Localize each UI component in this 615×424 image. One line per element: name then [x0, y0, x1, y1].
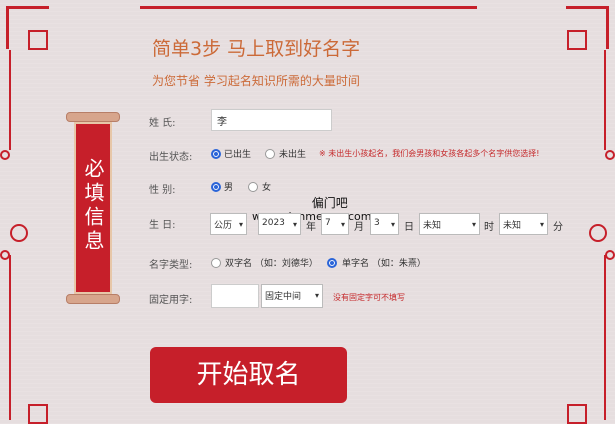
unborn-radio-label: 未出生: [279, 150, 307, 160]
gender-label: 性 别:: [149, 185, 176, 196]
year-select[interactable]: 2023 ▾: [258, 213, 301, 235]
unborn-radio[interactable]: [265, 149, 275, 159]
male-radio-label: 男: [224, 183, 234, 193]
fret-ornament: [28, 30, 48, 50]
start-naming-button[interactable]: 开始取名: [150, 347, 347, 403]
ring-ornament: [10, 224, 28, 242]
nub-ornament: [605, 150, 615, 160]
required-info-banner: 必填信息: [66, 112, 120, 304]
border-line: [9, 50, 11, 150]
minute-unit: 分: [553, 222, 563, 233]
page-title: 简单3步 马上取到好名字: [152, 38, 361, 60]
nub-ornament: [0, 250, 10, 260]
chevron-down-icon: ▾: [340, 220, 345, 229]
double-name-label: 双字名 （如：刘德华）: [225, 259, 318, 269]
month-value: 7: [325, 218, 331, 228]
chevron-down-icon: ▾: [471, 220, 476, 229]
fixed-char-note: 没有固定字可不填写: [333, 293, 405, 302]
birth-status-label: 出生状态:: [149, 152, 193, 163]
born-radio[interactable]: [211, 149, 221, 159]
nub-ornament: [605, 250, 615, 260]
ring-ornament: [589, 224, 607, 242]
month-unit: 月: [354, 222, 364, 233]
calendar-select[interactable]: 公历 ▾: [210, 213, 247, 235]
hour-select[interactable]: 未知 ▾: [419, 213, 480, 235]
top-divider: [140, 6, 477, 9]
chevron-down-icon: ▾: [314, 291, 319, 300]
fixed-char-input[interactable]: [211, 284, 259, 308]
fret-ornament: [567, 30, 587, 50]
scroll-cap: [66, 294, 120, 304]
year-value: 2023: [262, 218, 285, 228]
day-select[interactable]: 3 ▾: [370, 213, 399, 235]
born-radio-label: 已出生: [224, 150, 252, 160]
border-line: [9, 255, 11, 420]
single-name-radio[interactable]: [327, 258, 337, 268]
page-subtitle: 为您节省 学习起名知识所需的大量时间: [152, 74, 360, 88]
watermark-line1: 偏门吧: [311, 196, 348, 210]
double-name-radio[interactable]: [211, 258, 221, 268]
minute-select[interactable]: 未知 ▾: [499, 213, 548, 235]
nub-ornament: [0, 150, 10, 160]
surname-input[interactable]: 李: [211, 109, 332, 131]
chevron-down-icon: ▾: [390, 220, 395, 229]
fixed-position-value: 固定中间: [265, 292, 302, 302]
border-line: [604, 50, 606, 150]
month-select[interactable]: 7 ▾: [321, 213, 349, 235]
chevron-down-icon: ▾: [539, 220, 544, 229]
fret-ornament: [28, 404, 48, 424]
hour-unit: 时: [484, 222, 494, 233]
birthday-label: 生 日:: [149, 220, 176, 231]
scroll-cap: [66, 112, 120, 122]
day-value: 3: [374, 218, 380, 228]
banner-text: 必填信息: [81, 158, 105, 254]
surname-label: 姓 氏:: [149, 118, 176, 129]
female-radio-label: 女: [262, 183, 272, 193]
birth-status-note: ※ 未出生小孩起名，我们会男孩和女孩各起多个名字供您选择!: [319, 149, 540, 158]
calendar-value: 公历: [214, 221, 233, 231]
fret-ornament: [567, 404, 587, 424]
chevron-down-icon: ▾: [292, 220, 297, 229]
single-name-label: 单字名 （如：朱熹）: [342, 259, 426, 269]
male-radio[interactable]: [211, 182, 221, 192]
minute-value: 未知: [503, 221, 522, 231]
female-radio[interactable]: [248, 182, 258, 192]
chevron-down-icon: ▾: [238, 220, 243, 229]
border-line: [604, 255, 606, 420]
fixed-position-select[interactable]: 固定中间 ▾: [261, 284, 323, 308]
year-unit: 年: [306, 222, 316, 233]
day-unit: 日: [404, 222, 414, 233]
name-type-label: 名字类型:: [149, 260, 193, 271]
fixed-char-label: 固定用字:: [149, 295, 193, 306]
hour-value: 未知: [423, 221, 442, 231]
